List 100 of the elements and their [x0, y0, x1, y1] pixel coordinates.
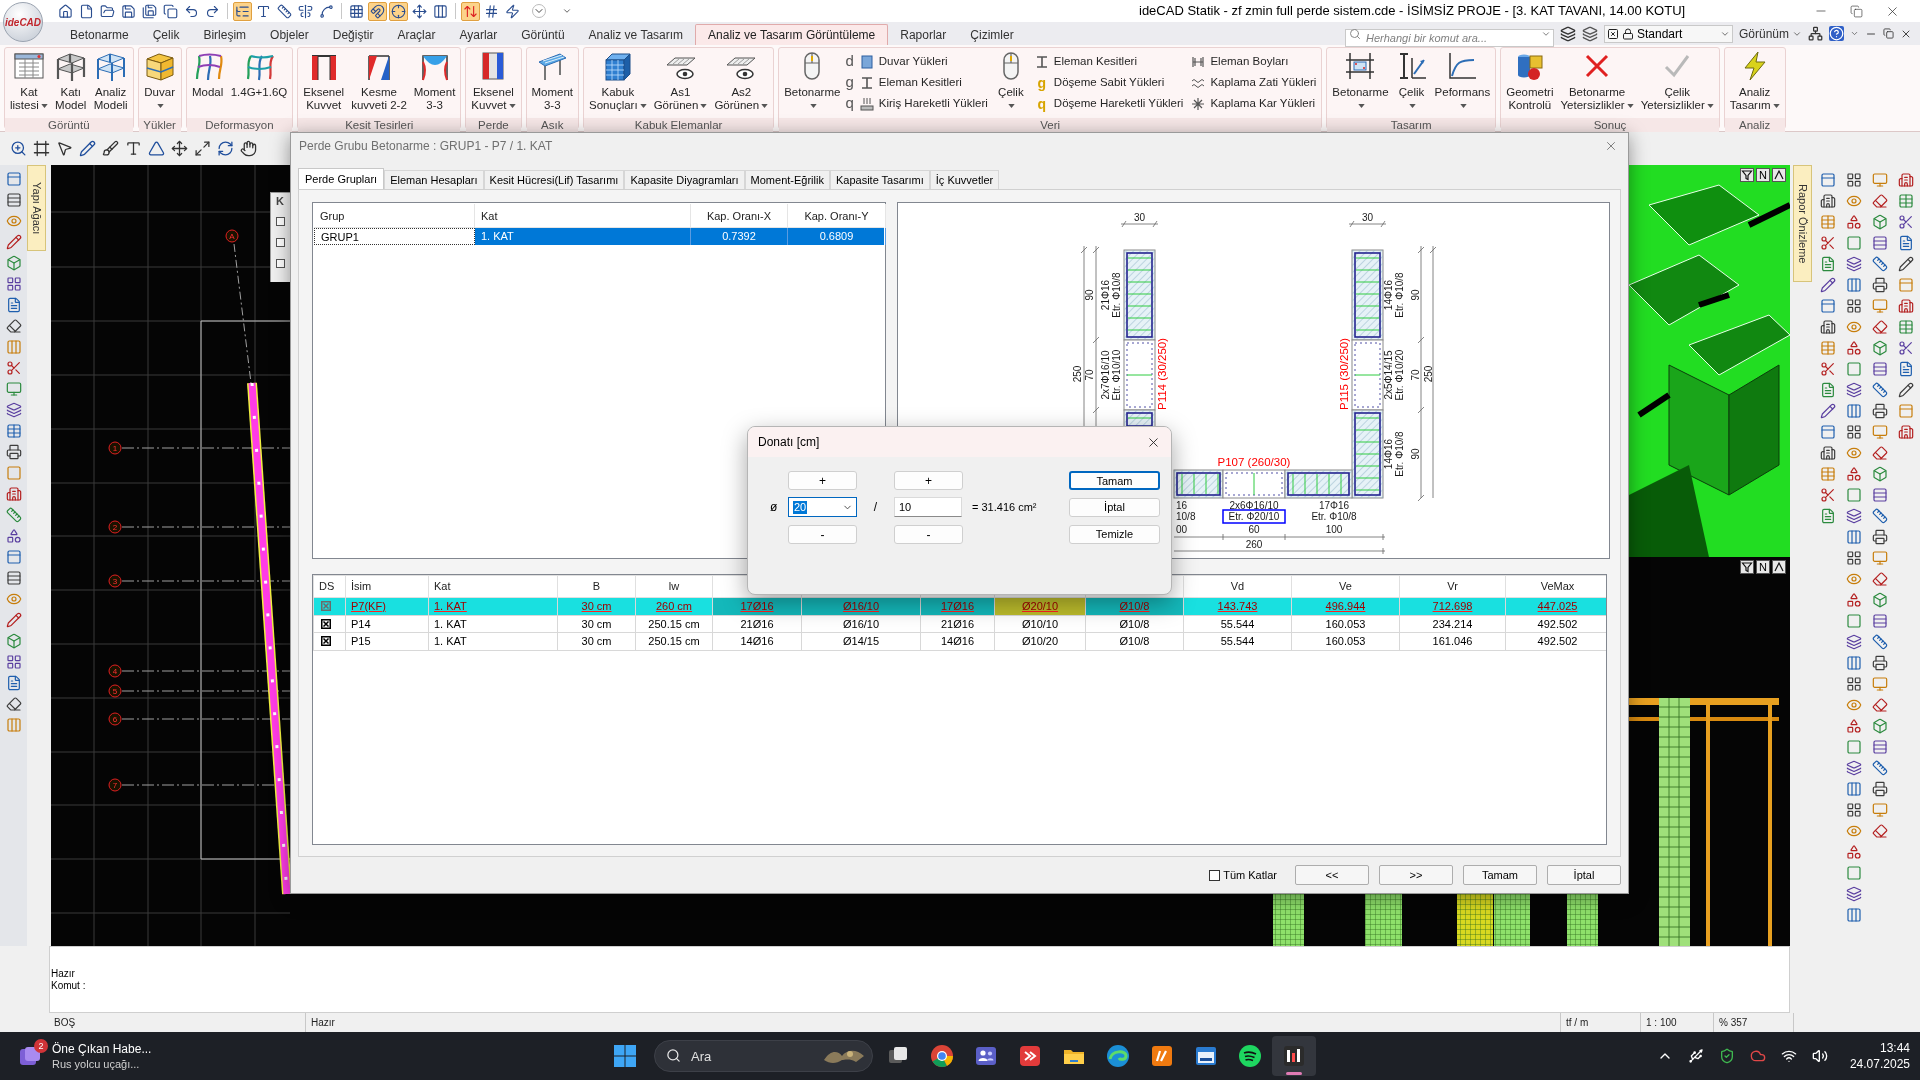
triangle-icon[interactable] — [148, 140, 165, 157]
column-header[interactable]: B — [557, 575, 636, 598]
building-icon[interactable] — [1820, 193, 1836, 209]
eraser-icon[interactable] — [5, 318, 22, 334]
tricolor-circle-icon[interactable] — [930, 1044, 954, 1068]
columns-icon[interactable] — [1846, 655, 1862, 671]
cancel-button[interactable]: İptal — [1547, 865, 1621, 885]
zoom-in-icon[interactable] — [10, 140, 27, 157]
view-mode-button[interactable]: N — [1756, 168, 1770, 182]
cube-icon[interactable] — [5, 633, 22, 649]
ribbon-small-button[interactable]: Eleman Kesitleri — [1031, 51, 1186, 72]
building-icon[interactable] — [1898, 298, 1914, 314]
shapes-icon[interactable] — [1846, 844, 1862, 860]
funnel-icon[interactable] — [1740, 560, 1754, 574]
dialog-tab[interactable]: Perde Grupları — [298, 168, 385, 189]
table-icon[interactable] — [1898, 193, 1914, 209]
monitor-icon[interactable] — [1872, 802, 1888, 818]
spacing-input[interactable]: 10 — [894, 497, 962, 518]
layers-icon[interactable] — [1846, 382, 1862, 398]
clock-time[interactable]: 13:44 — [1879, 1040, 1910, 1056]
checkbox[interactable] — [321, 636, 331, 647]
panel-icon[interactable] — [1820, 298, 1836, 314]
previous-button[interactable]: << — [1295, 865, 1369, 885]
checkbox[interactable] — [276, 259, 285, 268]
scissors-icon[interactable] — [1820, 235, 1836, 251]
ribbon-small-button[interactable]: Kiriş Hareketli Yükleri — [856, 93, 990, 114]
window-tile-icon[interactable] — [1194, 1044, 1218, 1068]
menu-tab[interactable]: Çizimler — [958, 24, 1026, 45]
side-tab[interactable]: Rapor Önizleme — [1793, 165, 1812, 282]
printer-icon[interactable] — [1872, 403, 1888, 419]
panel-icon[interactable] — [5, 549, 22, 565]
document-icon[interactable] — [1898, 361, 1914, 377]
layers-icon[interactable] — [1581, 25, 1598, 42]
rows-icon[interactable] — [5, 570, 22, 586]
taskbar-search-field[interactable]: Ara — [654, 1040, 873, 1072]
scissors-icon[interactable] — [1898, 214, 1914, 230]
menu-tab[interactable]: Betonarme — [58, 24, 141, 45]
next-button[interactable]: >> — [1379, 865, 1453, 885]
ribbon-button[interactable]: Çelik — [1393, 48, 1430, 118]
decrement-button[interactable]: - — [894, 524, 963, 544]
ribbon-button[interactable]: Moment 3-3 — [411, 48, 458, 118]
layout-grid-icon[interactable] — [1846, 298, 1862, 314]
news-text[interactable]: Rus yolcu uçağı... — [52, 1056, 152, 1071]
clock-date[interactable]: 24.07.2025 — [1849, 1056, 1910, 1072]
caret-icon[interactable] — [562, 6, 572, 16]
checkbox[interactable] — [321, 618, 331, 629]
monitor-icon[interactable] — [1872, 298, 1888, 314]
eye-icon[interactable] — [1846, 319, 1862, 335]
menu-tab[interactable]: Analiz ve Tasarım — [576, 24, 696, 45]
ribbon-button[interactable]: Betonarme — [1330, 48, 1391, 118]
ruler-icon[interactable] — [1872, 508, 1888, 524]
printer-icon[interactable] — [1872, 655, 1888, 671]
rows-icon[interactable] — [1872, 739, 1888, 755]
column-header[interactable]: Kat — [428, 575, 558, 598]
pencil-icon[interactable] — [1898, 256, 1914, 272]
layers-icon[interactable] — [1846, 508, 1862, 524]
scissors-icon[interactable] — [5, 360, 22, 376]
monitor-icon[interactable] — [1872, 550, 1888, 566]
shapes-icon[interactable] — [1846, 466, 1862, 482]
news-widget-icon[interactable] — [18, 1045, 42, 1067]
list-icon[interactable] — [233, 1, 252, 21]
increment-button[interactable]: + — [894, 471, 963, 491]
ribbon-small-button[interactable]: Eleman Boyları — [1188, 51, 1319, 72]
columns-icon[interactable] — [1846, 529, 1862, 545]
ruler-icon[interactable] — [1872, 760, 1888, 776]
menu-tab[interactable]: Ayarlar — [447, 24, 510, 45]
slash-tile-icon[interactable] — [1150, 1044, 1174, 1068]
expand-icon[interactable] — [194, 140, 211, 157]
side-tab[interactable]: Yapı Ağacı — [27, 165, 46, 251]
increment-button[interactable]: + — [788, 471, 857, 491]
columns-icon[interactable] — [1846, 781, 1862, 797]
cube-icon[interactable] — [1872, 340, 1888, 356]
eraser-icon[interactable] — [1872, 571, 1888, 587]
news-title[interactable]: Öne Çıkan Habe... — [52, 1041, 152, 1057]
monitor-icon[interactable] — [5, 381, 22, 397]
layers-icon[interactable] — [1559, 25, 1576, 42]
document-icon[interactable] — [5, 297, 22, 313]
ribbon-button[interactable]: Kesme kuvveti 2-2 — [349, 48, 409, 118]
ribbon-button[interactable]: Çelik — [992, 48, 1029, 118]
layout-grid-icon[interactable] — [1846, 550, 1862, 566]
ribbon-button[interactable]: Katı Model — [52, 48, 89, 118]
eye-icon[interactable] — [1846, 823, 1862, 839]
people-tile-icon[interactable] — [974, 1044, 998, 1068]
ruler-icon[interactable] — [1872, 634, 1888, 650]
ok-button[interactable]: Tamam — [1463, 865, 1537, 885]
volume-icon[interactable] — [1811, 1048, 1828, 1064]
ribbon-button[interactable]: Modal — [189, 48, 226, 118]
dialog-tab[interactable]: Kapasite Diyagramları — [624, 170, 745, 189]
ribbon-button[interactable]: Betonarme — [782, 48, 843, 118]
layout-grid-icon[interactable] — [1846, 676, 1862, 692]
document-icon[interactable] — [5, 675, 22, 691]
checkbox-label[interactable]: Tüm Katlar — [1223, 866, 1277, 884]
scissors-icon[interactable] — [1820, 361, 1836, 377]
printer-icon[interactable] — [1872, 277, 1888, 293]
help-icon[interactable] — [1829, 26, 1844, 41]
magnet-icon[interactable] — [368, 1, 387, 21]
columns-icon[interactable] — [1846, 907, 1862, 923]
layers-icon[interactable] — [5, 402, 22, 418]
pencil-icon[interactable] — [1898, 382, 1914, 398]
ribbon-small-button[interactable]: q Döşeme Hareketli Yükleri — [1031, 93, 1186, 114]
